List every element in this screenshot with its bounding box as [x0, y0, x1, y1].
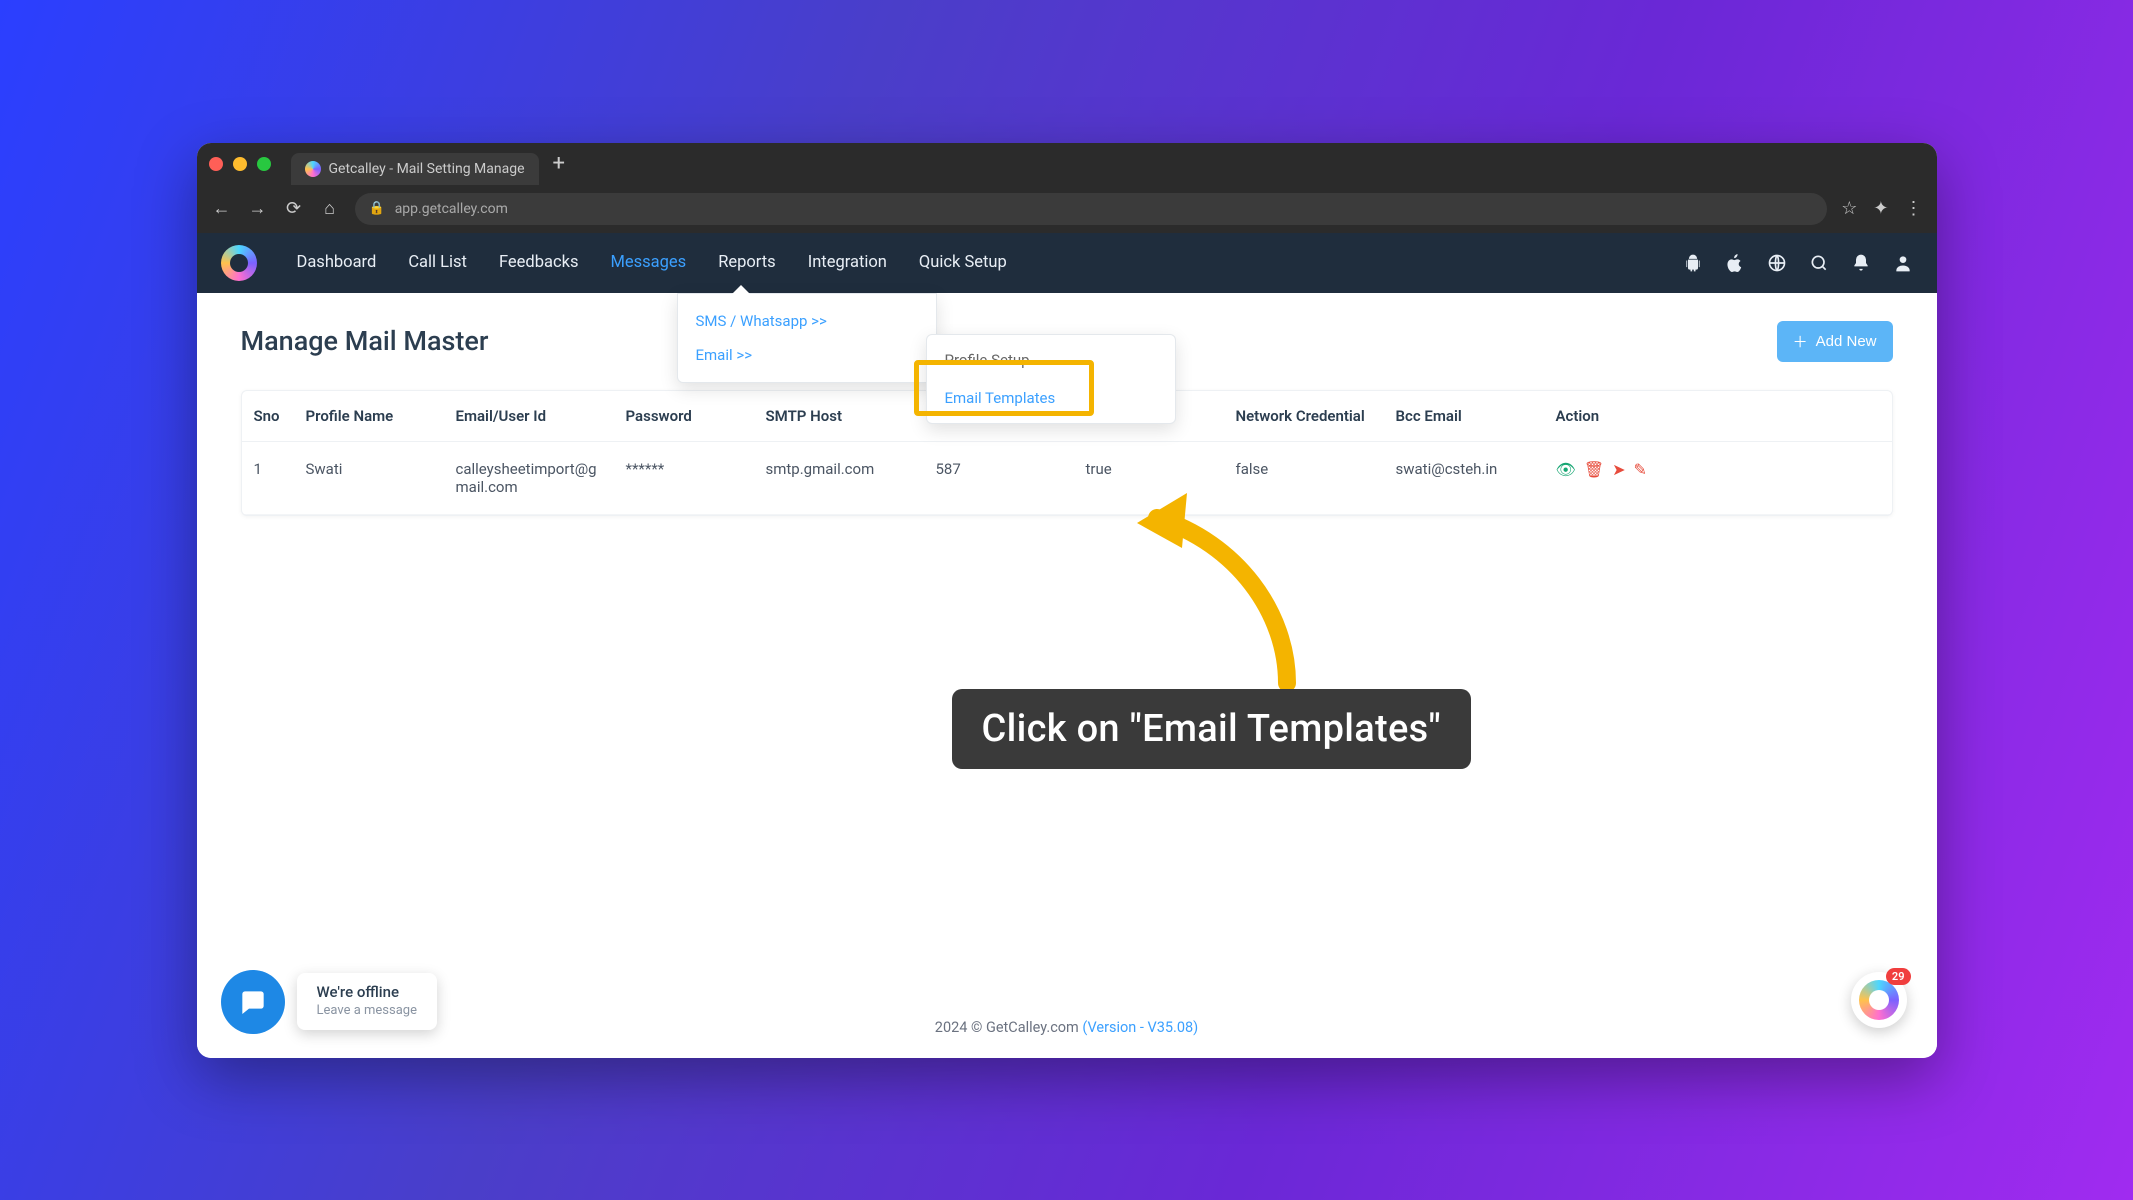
- nav-reports[interactable]: Reports: [716, 247, 778, 278]
- tab-title: Getcalley - Mail Setting Manage: [329, 161, 525, 177]
- search-icon[interactable]: [1809, 253, 1829, 273]
- nav-integration[interactable]: Integration: [806, 247, 889, 278]
- help-logo-icon: [1859, 980, 1899, 1020]
- nav-call-list[interactable]: Call List: [406, 247, 469, 278]
- url-text: app.getcalley.com: [395, 201, 508, 217]
- th-action: Action: [1544, 391, 1892, 442]
- nav-dashboard[interactable]: Dashboard: [295, 247, 379, 278]
- chat-icon: [221, 970, 285, 1034]
- dropdown-email[interactable]: Email >>: [678, 338, 936, 372]
- nav-messages[interactable]: Messages: [608, 247, 688, 278]
- cell-profile-name: Swati: [294, 441, 444, 514]
- th-netcred: Network Credential: [1224, 391, 1384, 442]
- tab-strip: Getcalley - Mail Setting Manage +: [197, 143, 1937, 185]
- dropdown-sms-whatsapp[interactable]: SMS / Whatsapp >>: [678, 304, 936, 338]
- reload-icon[interactable]: ⟳: [283, 198, 305, 219]
- extensions-icon[interactable]: ✦: [1873, 198, 1888, 219]
- apple-icon[interactable]: [1725, 253, 1745, 273]
- bookmark-icon[interactable]: ☆: [1841, 198, 1857, 219]
- address-bar: ← → ⟳ ⌂ 🔒 app.getcalley.com ☆ ✦ ⋮: [197, 185, 1937, 233]
- page-title: Manage Mail Master: [241, 325, 489, 357]
- window-controls: [209, 157, 271, 171]
- home-icon[interactable]: ⌂: [319, 198, 341, 219]
- forward-icon[interactable]: →: [247, 198, 269, 219]
- app-nav: Dashboard Call List Feedbacks Messages R…: [197, 233, 1937, 293]
- email-submenu: Profile Setup Email Templates: [926, 334, 1176, 424]
- url-field[interactable]: 🔒 app.getcalley.com: [355, 193, 1828, 225]
- send-icon[interactable]: ➤: [1612, 460, 1625, 479]
- android-icon[interactable]: [1683, 253, 1703, 273]
- chat-title: We're offline: [317, 983, 417, 1001]
- th-host: SMTP Host: [754, 391, 924, 442]
- chat-widget[interactable]: We're offline Leave a message: [221, 970, 437, 1034]
- table-row: 1 Swati calleysheetimport@gmail.com ****…: [242, 441, 1892, 514]
- bell-icon[interactable]: [1851, 253, 1871, 273]
- browser-window: Getcalley - Mail Setting Manage + ← → ⟳ …: [197, 143, 1937, 1058]
- cell-smtp-host: smtp.gmail.com: [754, 441, 924, 514]
- nav-quick-setup[interactable]: Quick Setup: [917, 247, 1009, 278]
- app-logo[interactable]: [221, 245, 257, 281]
- nav-feedbacks[interactable]: Feedbacks: [497, 247, 581, 278]
- lock-icon: 🔒: [369, 201, 385, 216]
- delete-icon[interactable]: 🗑: [1584, 460, 1604, 479]
- plus-icon: ＋: [1793, 331, 1808, 352]
- footer-version-link[interactable]: (Version - V35.08): [1082, 1019, 1198, 1036]
- globe-icon[interactable]: [1767, 253, 1787, 273]
- edit-icon[interactable]: ✎: [1634, 460, 1647, 479]
- close-window-icon[interactable]: [209, 157, 223, 171]
- th-bcc: Bcc Email: [1384, 391, 1544, 442]
- cell-smtp-port: 587: [924, 441, 1074, 514]
- menu-icon[interactable]: ⋮: [1905, 198, 1923, 219]
- back-icon[interactable]: ←: [211, 198, 233, 219]
- add-new-label: Add New: [1816, 333, 1877, 350]
- submenu-email-templates[interactable]: Email Templates: [927, 379, 1175, 417]
- help-badge: 29: [1886, 968, 1911, 985]
- maximize-window-icon[interactable]: [257, 157, 271, 171]
- th-password: Password: [614, 391, 754, 442]
- footer-copyright: 2024 © GetCalley.com: [935, 1019, 1083, 1036]
- chat-card: We're offline Leave a message: [297, 973, 437, 1030]
- cell-network-credential: false: [1224, 441, 1384, 514]
- th-sno: Sno: [242, 391, 294, 442]
- tab-favicon: [305, 161, 321, 177]
- cell-password: ******: [614, 441, 754, 514]
- instruction-tooltip: Click on "Email Templates": [952, 689, 1471, 769]
- submenu-profile-setup[interactable]: Profile Setup: [927, 341, 1175, 379]
- cell-email: calleysheetimport@gmail.com: [444, 441, 614, 514]
- cell-ssl-enable: true: [1074, 441, 1224, 514]
- cell-bcc-email: swati@csteh.in: [1384, 441, 1544, 514]
- browser-tab[interactable]: Getcalley - Mail Setting Manage: [291, 153, 539, 185]
- cell-sno: 1: [242, 441, 294, 514]
- cell-actions: 👁 🗑 ➤ ✎: [1544, 441, 1892, 514]
- chat-subtitle: Leave a message: [317, 1003, 417, 1018]
- th-profile: Profile Name: [294, 391, 444, 442]
- footer: 2024 © GetCalley.com (Version - V35.08): [241, 1003, 1893, 1058]
- new-tab-button[interactable]: +: [553, 151, 565, 176]
- messages-dropdown: SMS / Whatsapp >> Email >> Profile Setup…: [677, 293, 937, 383]
- add-new-button[interactable]: ＋ Add New: [1777, 321, 1893, 362]
- th-email: Email/User Id: [444, 391, 614, 442]
- user-icon[interactable]: [1893, 253, 1913, 273]
- view-icon[interactable]: 👁: [1556, 460, 1576, 479]
- help-floating-button[interactable]: 29: [1851, 972, 1907, 1028]
- minimize-window-icon[interactable]: [233, 157, 247, 171]
